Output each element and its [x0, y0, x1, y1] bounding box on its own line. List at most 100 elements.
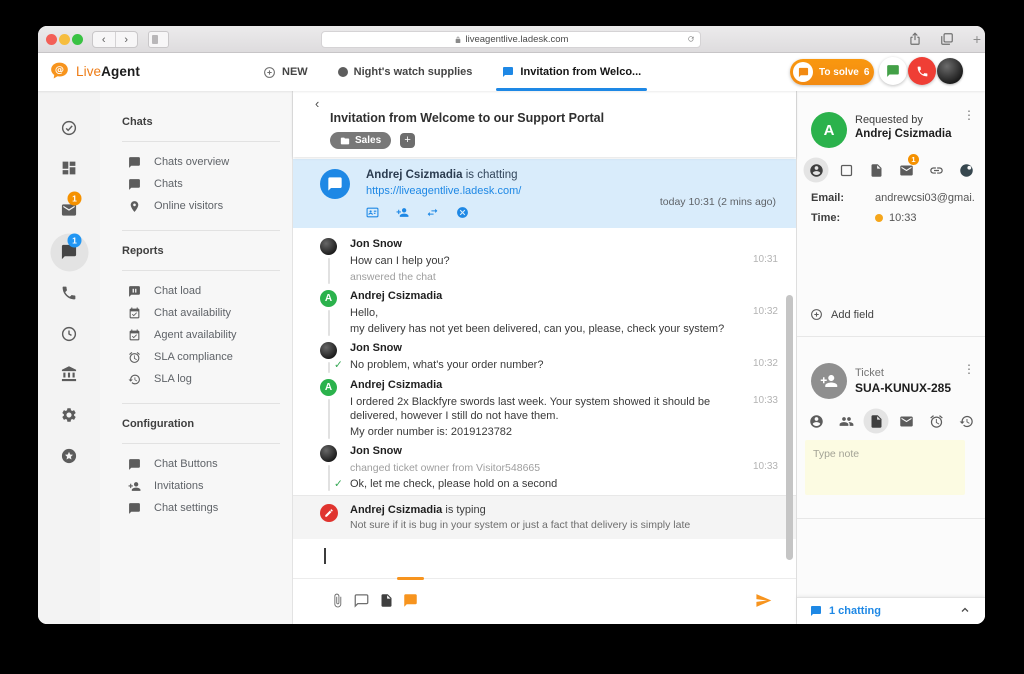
chatting-count: 1 chatting: [829, 605, 881, 617]
requester-links-button[interactable]: [925, 158, 947, 182]
ticket-avatar: [811, 363, 847, 399]
contact-card-icon[interactable]: [366, 206, 379, 219]
attach-file-button[interactable]: [330, 593, 345, 608]
note-input[interactable]: [805, 440, 965, 495]
chat-mode-button[interactable]: [403, 593, 418, 608]
rail-item-calls[interactable]: [61, 285, 78, 302]
sidebar-item-online-visitors[interactable]: Online visitors: [100, 195, 292, 217]
ticket-label: Ticket: [855, 367, 884, 379]
chat-scroll-area[interactable]: Andrej Csizmadia is chatting https://liv…: [293, 157, 796, 495]
message-time: 10:32: [752, 358, 778, 369]
tab-overview-icon[interactable]: [940, 32, 954, 46]
section-title-chats: Chats: [122, 116, 153, 128]
link-icon: [929, 163, 944, 178]
sidebar-item-invitations[interactable]: Invitations: [100, 475, 292, 497]
end-chat-icon[interactable]: [456, 206, 469, 219]
minimize-window-button[interactable]: [59, 34, 70, 45]
collapse-chevron[interactable]: [946, 604, 971, 619]
chats-online-button[interactable]: [879, 57, 907, 85]
sidebar-item-chats-overview[interactable]: Chats overview: [100, 151, 292, 173]
active-mode-indicator: [397, 577, 424, 580]
tab-invitation-active[interactable]: Invitation from Welco...: [496, 53, 648, 91]
rail-item-customers[interactable]: [61, 366, 78, 383]
maximize-window-button[interactable]: [72, 34, 83, 45]
banner-status-line: Andrej Csizmadia is chatting: [366, 169, 518, 181]
message-time: 10:33: [752, 394, 778, 406]
ticket-details-panel: A Requested by Andrej Csizmadia ⋮ 1 ⋮ Em…: [797, 91, 985, 624]
chat-panel: ‹ Invitation from Welcome to our Support…: [293, 91, 797, 624]
ticket-notes-button[interactable]: [865, 409, 887, 433]
ticket-history-button[interactable]: [955, 409, 977, 433]
ticket-sla-button[interactable]: [925, 409, 947, 433]
sidebar-toggle-button[interactable]: [148, 31, 169, 48]
tab-nights-watch-supplies[interactable]: Night's watch supplies: [337, 53, 472, 91]
sidebar-item-chat-settings[interactable]: Chat settings: [100, 497, 292, 519]
tab-new[interactable]: NEW: [263, 53, 308, 91]
message-composer[interactable]: [293, 539, 796, 578]
rail-item-resolve[interactable]: [61, 120, 78, 137]
sidebar-item-sla-log[interactable]: SLA log: [100, 368, 292, 390]
requester-tickets-badge: 1: [908, 154, 919, 165]
rail-item-settings[interactable]: [61, 407, 78, 424]
person-add-icon: [128, 480, 141, 493]
requester-checkbox-button[interactable]: [835, 158, 857, 182]
history-icon: [128, 373, 141, 386]
to-solve-button[interactable]: To solve 6: [790, 59, 874, 85]
send-button[interactable]: [755, 592, 772, 614]
add-tag-button[interactable]: +: [400, 133, 416, 148]
share-icon[interactable]: [908, 32, 922, 46]
ticket-mail-button[interactable]: [895, 409, 917, 433]
back-button[interactable]: ‹: [93, 32, 116, 47]
sidebar-item-chat-buttons[interactable]: Chat Buttons: [100, 453, 292, 475]
chatting-status-bar[interactable]: 1 chatting: [797, 597, 985, 624]
invite-person-icon[interactable]: [396, 206, 409, 219]
ticket-profile-button[interactable]: [805, 409, 827, 433]
department-tag[interactable]: Sales: [330, 132, 392, 149]
agent-avatar[interactable]: [937, 58, 963, 84]
rail-item-chats[interactable]: 1: [61, 233, 82, 261]
jon-snow-avatar: [320, 342, 337, 359]
requester-profile-button[interactable]: [805, 158, 827, 182]
typing-avatar: [320, 504, 338, 522]
requester-tickets-button[interactable]: 1: [895, 154, 919, 182]
canned-message-button[interactable]: [354, 593, 369, 608]
ticket-people-button[interactable]: [835, 409, 857, 433]
requester-avatar: A: [811, 112, 847, 148]
sidebar-item-agent-availability[interactable]: Agent availability: [100, 324, 292, 346]
note-icon: [869, 163, 884, 178]
sidebar-item-chat-load[interactable]: Chat load: [100, 280, 292, 302]
rail-item-dashboard[interactable]: [61, 160, 78, 177]
folder-icon: [340, 136, 350, 146]
paperclip-icon: [330, 593, 345, 608]
requester-visitor-button[interactable]: [955, 158, 977, 182]
divider: [122, 403, 280, 404]
requester-notes-button[interactable]: [865, 158, 887, 182]
new-tab-icon[interactable]: +: [973, 31, 981, 47]
sidebar-item-sla-compliance[interactable]: SLA compliance: [100, 346, 292, 368]
forward-button[interactable]: ›: [116, 32, 138, 47]
add-field-button[interactable]: Add field: [810, 308, 874, 321]
lock-icon: [454, 36, 462, 44]
note-mode-button[interactable]: [379, 593, 394, 608]
transfer-chat-icon[interactable]: [426, 206, 439, 219]
chat-scrollbar[interactable]: [786, 295, 793, 560]
bank-icon: [61, 366, 78, 383]
rail-item-starred[interactable]: [61, 448, 78, 465]
rail-item-tickets[interactable]: 1: [61, 191, 82, 219]
rail-item-time[interactable]: [61, 326, 78, 343]
gear-icon: [61, 407, 78, 424]
chat-icon: [327, 176, 343, 192]
address-bar[interactable]: liveagentlive.ladesk.com: [321, 31, 701, 48]
back-chevron[interactable]: ‹: [315, 96, 319, 111]
visitor-url-link[interactable]: https://liveagentlive.ladesk.com/: [366, 185, 521, 197]
close-window-button[interactable]: [46, 34, 57, 45]
phone-button[interactable]: [908, 57, 936, 85]
mail-icon: [899, 414, 914, 429]
requester-menu-icon[interactable]: ⋮: [963, 108, 975, 122]
chat-outline-icon: [354, 593, 369, 608]
sidebar-item-chat-availability[interactable]: Chat availability: [100, 302, 292, 324]
people-icon: [839, 414, 854, 429]
ticket-menu-icon[interactable]: ⋮: [963, 362, 975, 376]
sidebar-item-chats[interactable]: Chats: [100, 173, 292, 195]
refresh-icon[interactable]: [687, 35, 695, 43]
